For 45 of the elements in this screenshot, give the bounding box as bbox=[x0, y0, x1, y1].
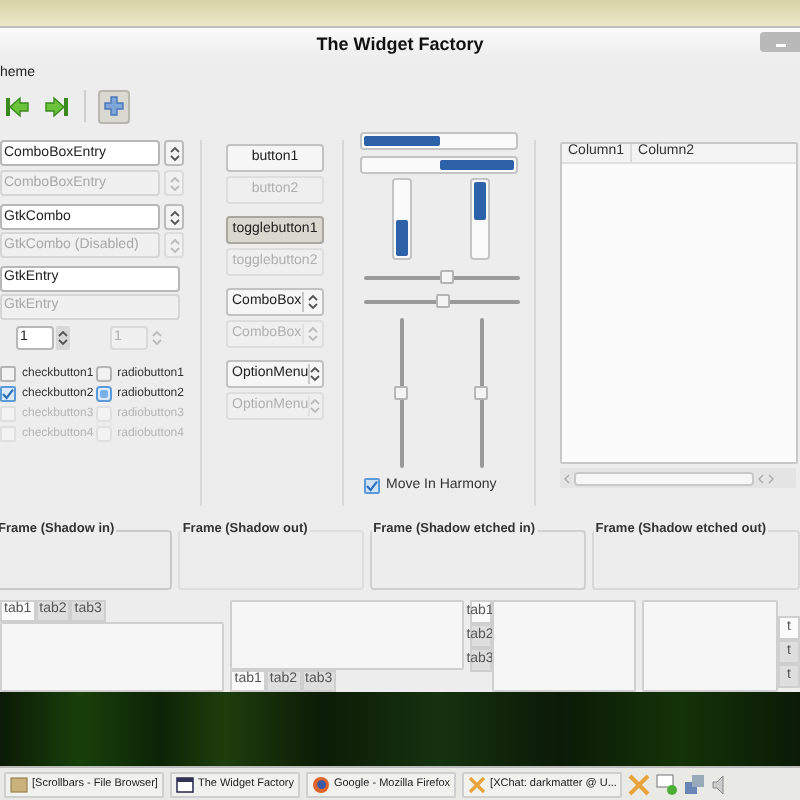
slider-thumb[interactable] bbox=[394, 386, 408, 400]
up-down-arrows-icon bbox=[307, 294, 318, 310]
toolbar-button[interactable] bbox=[98, 89, 130, 123]
horizontal-slider[interactable] bbox=[364, 270, 520, 284]
horizontal-scrollbar[interactable] bbox=[560, 468, 796, 488]
up-down-arrows-icon bbox=[310, 366, 321, 382]
up-down-arrows-icon bbox=[169, 237, 179, 253]
up-down-arrows-icon bbox=[169, 175, 179, 191]
spin-arrows-button[interactable] bbox=[56, 326, 70, 350]
window-title: The Widget Factory bbox=[316, 31, 484, 58]
combo-arrow-button[interactable] bbox=[164, 204, 184, 230]
scrollbar-thumb[interactable] bbox=[574, 471, 754, 485]
minimize-icon bbox=[775, 44, 785, 48]
globe-icon bbox=[311, 775, 330, 793]
slider-thumb[interactable] bbox=[435, 294, 449, 308]
network-icon bbox=[684, 773, 707, 795]
folder-icon bbox=[10, 775, 28, 793]
combo-arrow-button[interactable] bbox=[164, 140, 184, 166]
vertical-slider[interactable] bbox=[474, 318, 488, 468]
radio-button[interactable] bbox=[96, 366, 112, 382]
checkbox[interactable] bbox=[364, 478, 380, 495]
left-arrow-icon bbox=[6, 95, 30, 117]
checkmark-icon bbox=[2, 388, 14, 400]
checkbox[interactable] bbox=[0, 366, 16, 382]
speaker-icon bbox=[712, 773, 725, 795]
horizontal-slider[interactable] bbox=[364, 294, 520, 308]
up-down-arrows-icon bbox=[169, 145, 179, 161]
right-arrow-icon bbox=[44, 95, 68, 117]
up-down-arrows-icon bbox=[152, 330, 162, 346]
vertical-slider[interactable] bbox=[394, 318, 408, 468]
up-down-arrows-icon bbox=[310, 398, 321, 414]
radio-button[interactable] bbox=[96, 386, 112, 402]
up-down-arrows-icon bbox=[307, 326, 318, 342]
window-icon bbox=[175, 775, 194, 793]
up-down-arrows-icon bbox=[169, 209, 179, 225]
checkbox[interactable] bbox=[0, 386, 16, 402]
cross-icon bbox=[628, 773, 651, 795]
plus-icon bbox=[104, 96, 124, 116]
cross-icon bbox=[468, 775, 487, 793]
checkmark-icon bbox=[366, 480, 378, 493]
chat-bubble-icon bbox=[656, 773, 679, 795]
up-down-arrows-icon bbox=[58, 330, 68, 346]
slider-thumb[interactable] bbox=[474, 386, 488, 400]
slider-thumb[interactable] bbox=[439, 270, 454, 284]
minimize-button[interactable] bbox=[760, 32, 800, 52]
